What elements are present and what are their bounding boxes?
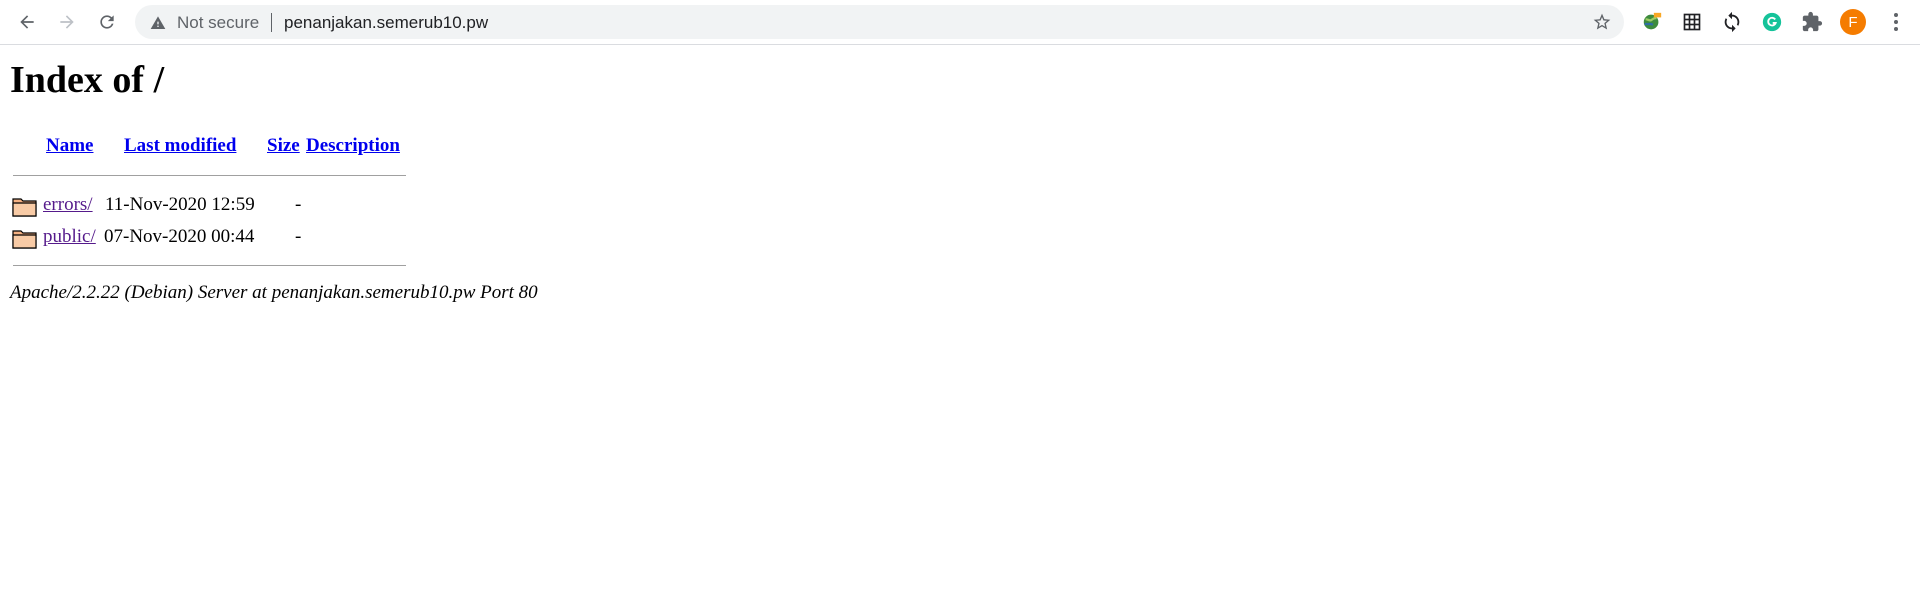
profile-avatar[interactable]: F: [1840, 9, 1866, 35]
back-button[interactable]: [11, 6, 43, 38]
puzzle-extensions-icon[interactable]: [1800, 10, 1824, 34]
grid-extension-icon[interactable]: [1680, 10, 1704, 34]
more-options-icon[interactable]: [1884, 10, 1908, 34]
grammarly-icon[interactable]: [1760, 10, 1784, 34]
entry-date: 07-Nov-2020 00:44: [104, 226, 255, 247]
column-header-last-modified[interactable]: Last modified: [124, 134, 236, 158]
bookmark-star-icon[interactable]: [1592, 12, 1612, 32]
omnibox-separator: [271, 13, 272, 32]
list-item: errors/: [43, 193, 93, 217]
entry-link[interactable]: errors/: [43, 194, 93, 215]
folder-icon: [12, 230, 37, 249]
footer-divider: [13, 265, 406, 266]
browser-toolbar: Not secure penanjakan.semerub10.pw F: [0, 0, 1920, 45]
column-header-description[interactable]: Description: [306, 134, 400, 158]
forward-button[interactable]: [51, 6, 83, 38]
warning-icon[interactable]: [150, 15, 166, 31]
entry-size: -: [295, 194, 302, 215]
server-signature: Apache/2.2.22 (Debian) Server at penanja…: [10, 282, 538, 303]
reload-icon: [100, 15, 114, 29]
entry-link[interactable]: public/: [43, 226, 96, 247]
header-divider: [13, 175, 406, 176]
reload-button[interactable]: [91, 6, 123, 38]
globe-extension-icon[interactable]: [1640, 10, 1664, 34]
folder-icon: [12, 198, 37, 217]
sync-extension-icon[interactable]: [1720, 10, 1744, 34]
column-header-size[interactable]: Size: [267, 134, 300, 158]
entry-date: 11-Nov-2020 12:59: [105, 194, 255, 215]
column-header-name[interactable]: Name: [46, 134, 93, 158]
not-secure-label[interactable]: Not secure: [177, 13, 259, 33]
page-title: Index of /: [10, 59, 165, 101]
list-item: public/: [43, 225, 96, 249]
url-text[interactable]: penanjakan.semerub10.pw: [284, 13, 488, 33]
address-bar[interactable]: Not secure penanjakan.semerub10.pw: [135, 5, 1624, 39]
forward-arrow-icon: [60, 15, 74, 29]
entry-size: -: [295, 226, 302, 247]
back-arrow-icon: [20, 15, 34, 29]
